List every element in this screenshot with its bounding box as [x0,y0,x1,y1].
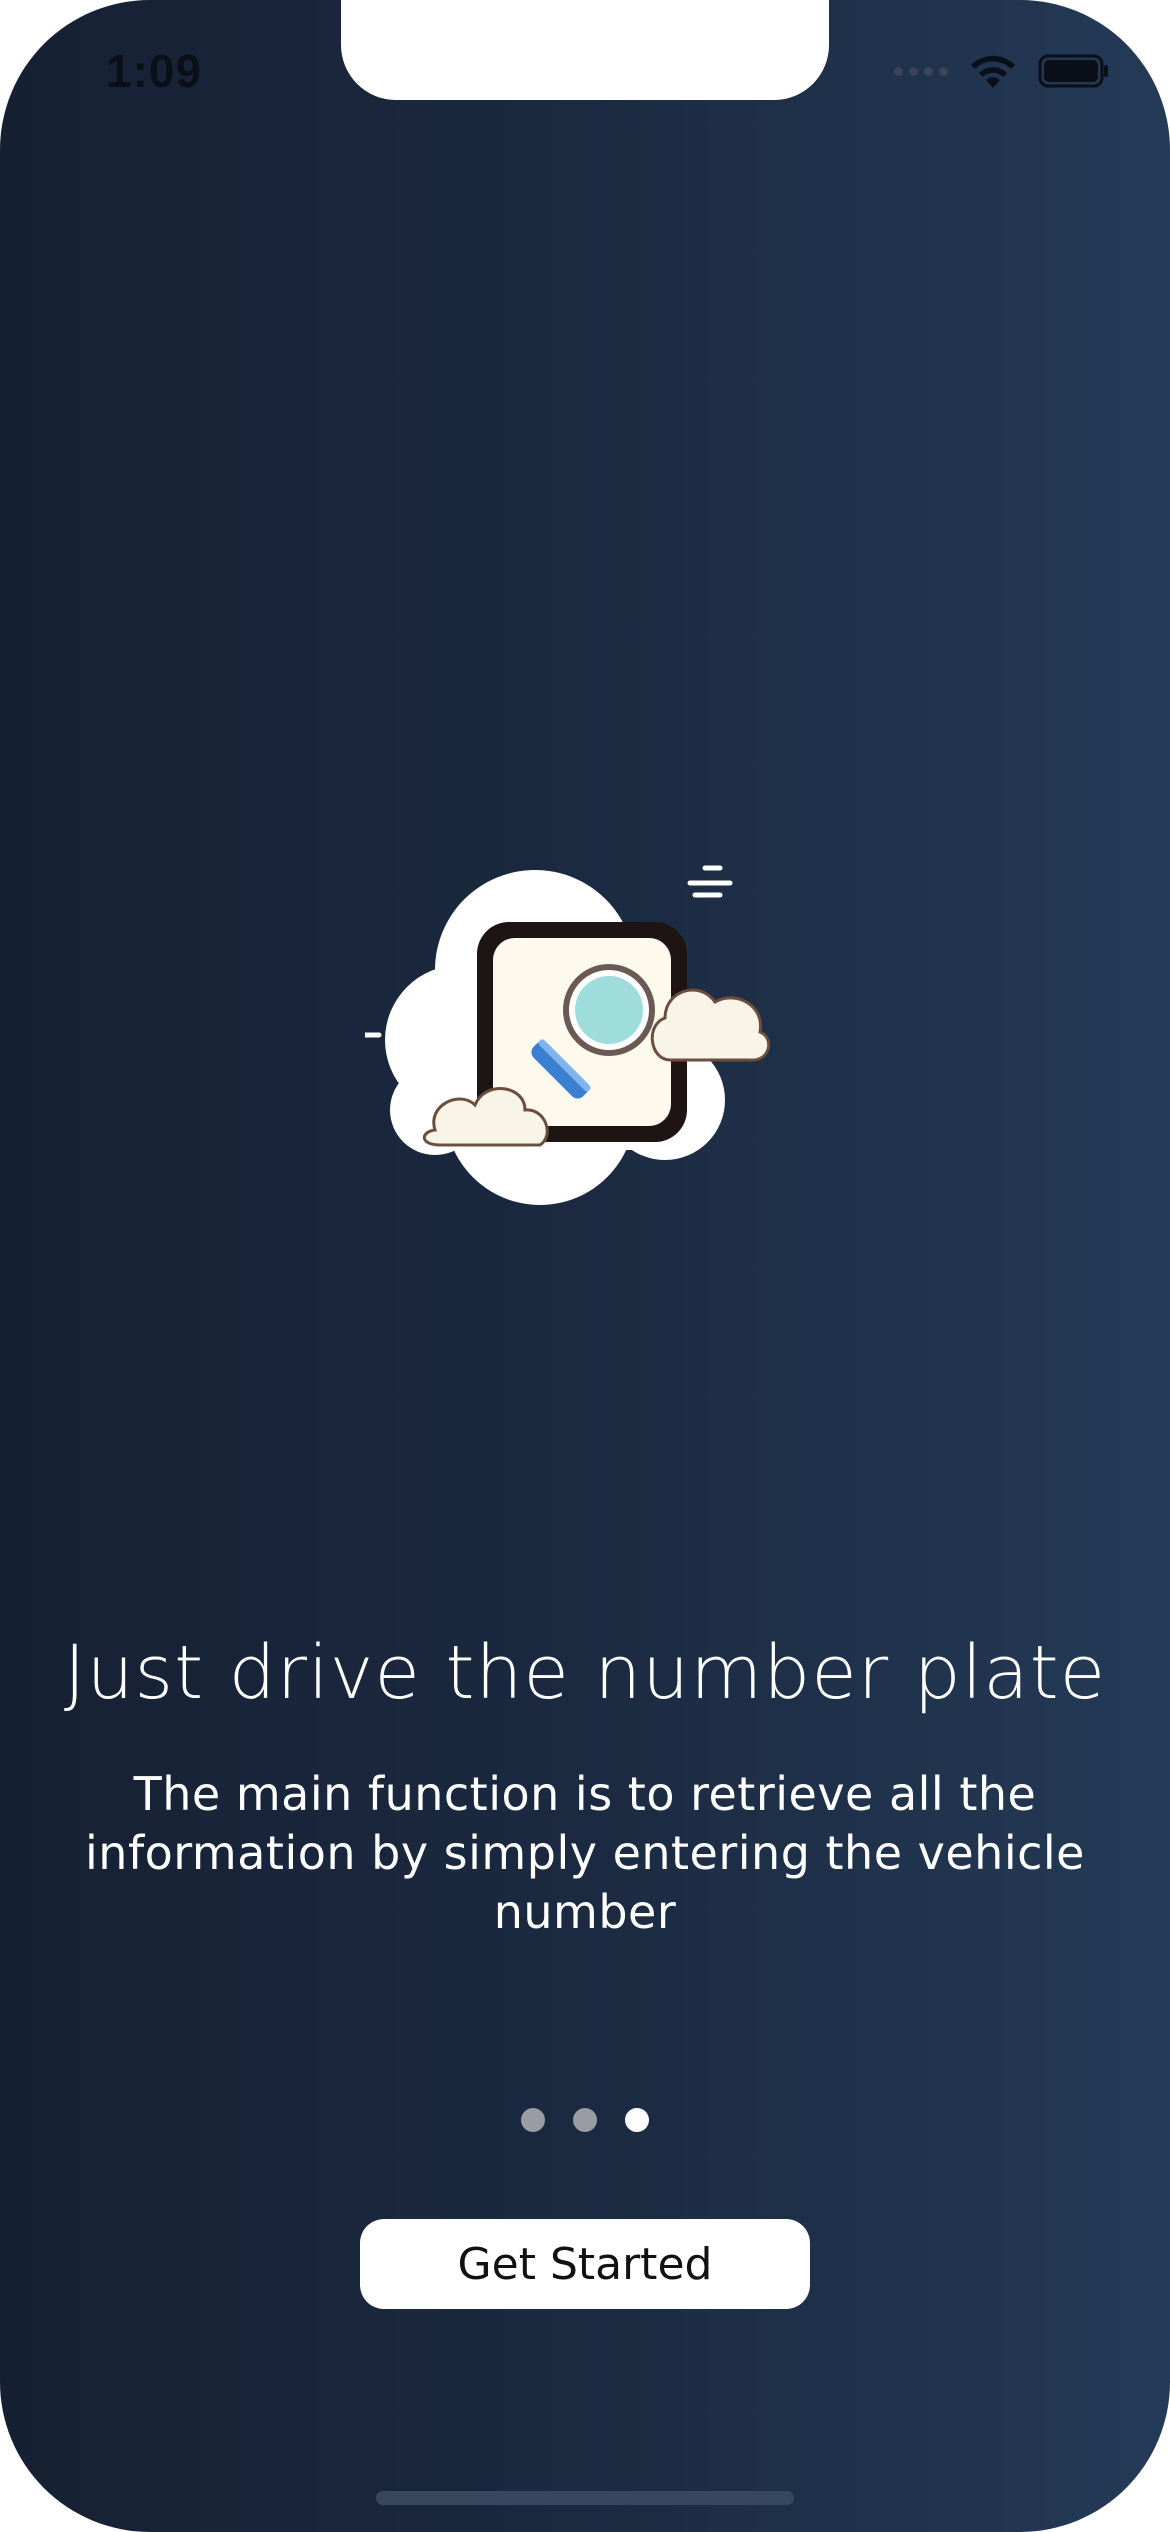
page-indicator [0,2108,1170,2132]
device-notch [341,0,829,100]
get-started-button[interactable]: Get Started [360,2219,810,2309]
page-dot-2[interactable] [573,2108,597,2132]
battery-icon [1038,54,1108,88]
page-dot-1[interactable] [521,2108,545,2132]
onboarding-description: The main function is to retrieve all the… [85,1767,1085,1939]
page-dot-3-active[interactable] [625,2108,649,2132]
status-time: 1:09 [106,45,203,97]
status-icons [894,52,1110,90]
onboarding-screen: 1:09 Just drive the number plate The mai… [0,0,1170,2532]
wifi-icon [971,55,1015,88]
cloud-search-plate-icon [365,865,771,1205]
onboarding-title: Just drive the number plate [63,1630,1107,1716]
home-indicator[interactable] [376,2491,794,2505]
cellular-signal-icon [894,66,948,76]
